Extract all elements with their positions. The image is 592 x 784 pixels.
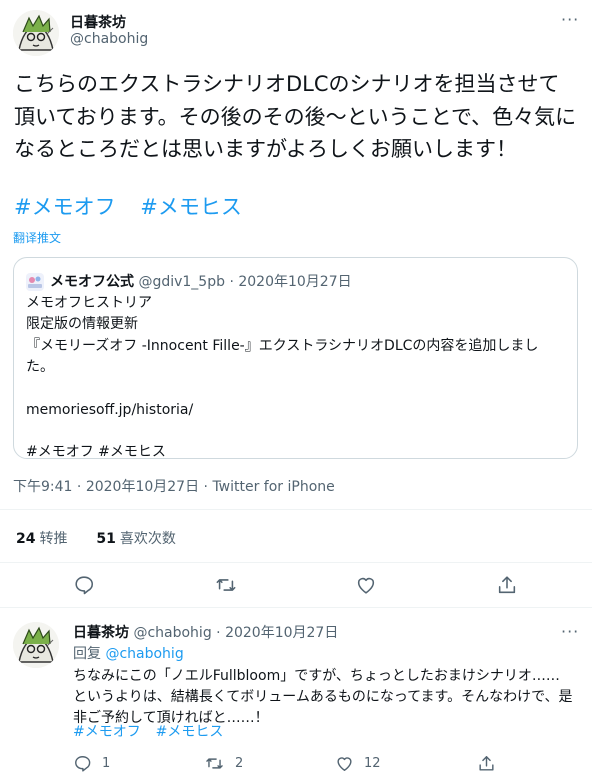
quote-avatar — [26, 273, 44, 291]
quote-hashtags: #メモオフ #メモヒス — [26, 444, 166, 461]
quote-separator: · — [229, 274, 234, 290]
retweet-icon — [206, 758, 223, 769]
more-icon[interactable]: ··· — [561, 10, 579, 29]
author-handle[interactable]: @chabohig — [70, 31, 148, 47]
tweet-stats: 24 转推 51 喜欢次数 — [16, 528, 176, 548]
retweet-count: 2 — [235, 756, 244, 771]
reply-button[interactable] — [73, 574, 95, 596]
reply-separator: · — [216, 625, 221, 641]
reply-avatar[interactable] — [13, 622, 59, 668]
replying-label: 回复 — [73, 646, 101, 662]
reply-header: 日暮茶坊 @chabohig · 2020年10月27日 — [73, 624, 338, 642]
reply-icon — [75, 756, 91, 772]
replying-handle[interactable]: @chabohig — [105, 646, 183, 662]
reply-share-button[interactable] — [477, 754, 496, 773]
quote-line: た。 — [26, 359, 54, 376]
quote-link: memoriesoff.jp/historia/ — [26, 401, 194, 418]
quote-line: 限定版の情報更新 — [26, 316, 138, 333]
hashtag-link[interactable]: #メモオフ — [73, 724, 141, 740]
tweet-date[interactable]: 2020年10月27日 — [86, 479, 199, 495]
hashtag-link[interactable]: #メモヒス — [156, 724, 224, 740]
tweet-text: こちらのエクストラシナリオDLCのシナリオを担当させて頂いております。その後のそ… — [14, 72, 577, 161]
tweet-hashtags: #メモオフ #メモヒス — [14, 192, 260, 222]
retweet-button[interactable] — [214, 574, 238, 596]
divider — [0, 607, 592, 608]
quote-line: メモオフヒストリア — [26, 295, 152, 311]
reply-author-handle[interactable]: @chabohig — [133, 625, 211, 641]
share-icon — [498, 576, 516, 594]
reply-like-button[interactable]: 12 — [335, 754, 381, 773]
quoted-tweet[interactable]: メモオフ公式 @gdiv1_5pb · 2020年10月27日 メモオフヒストリ… — [13, 257, 578, 460]
likes-stat[interactable]: 51 喜欢次数 — [96, 531, 175, 547]
tweet-time[interactable]: 下午9:41 — [13, 479, 72, 495]
retweet-icon — [216, 579, 236, 591]
reply-retweet-button[interactable]: 2 — [204, 754, 243, 773]
like-count: 12 — [364, 756, 381, 771]
quote-author-name: メモオフ公式 — [50, 274, 134, 290]
tweet-source[interactable]: Twitter for iPhone — [212, 479, 334, 495]
divider — [0, 562, 592, 563]
share-button[interactable] — [496, 574, 518, 596]
quote-line: 『メモリーズオフ -Innocent Fille-』エクストラシナリオDLCの内… — [26, 337, 539, 354]
reply-hashtags: #メモオフ #メモヒス — [73, 723, 223, 741]
replying-to: 回复 @chabohig — [73, 645, 184, 663]
translate-link[interactable]: 翻译推文 — [13, 229, 61, 246]
like-button[interactable] — [355, 574, 377, 596]
tweet-meta: 下午9:41 · 2020年10月27日 · Twitter for iPhon… — [13, 479, 335, 495]
reply-icon — [75, 576, 94, 595]
reply-author-name[interactable]: 日暮茶坊 — [73, 625, 129, 641]
share-icon — [479, 756, 494, 771]
author-name[interactable]: 日暮茶坊 — [70, 12, 126, 32]
hashtag-link[interactable]: #メモオフ — [14, 195, 116, 219]
reply-count: 1 — [102, 756, 111, 771]
more-icon[interactable]: ··· — [561, 622, 579, 641]
quote-line — [26, 379, 538, 400]
quote-body: メモオフヒストリア 限定版の情報更新 『メモリーズオフ -Innocent Fi… — [26, 293, 538, 463]
reply-text: ちなみにこの「ノエルFullbloom」ですが、ちょっとしたおまけシナリオ……と… — [73, 668, 573, 726]
quote-line — [26, 421, 538, 442]
quote-author-handle: @gdiv1_5pb — [138, 274, 225, 290]
like-icon — [357, 577, 375, 594]
reply-reply-button[interactable]: 1 — [73, 754, 110, 773]
retweets-stat[interactable]: 24 转推 — [16, 531, 67, 547]
author-avatar[interactable] — [13, 10, 59, 56]
reply-date[interactable]: 2020年10月27日 — [225, 625, 338, 641]
divider — [0, 509, 592, 510]
quote-date: 2020年10月27日 — [238, 274, 352, 290]
hashtag-link[interactable]: #メモヒス — [140, 195, 242, 219]
like-icon — [337, 757, 352, 771]
